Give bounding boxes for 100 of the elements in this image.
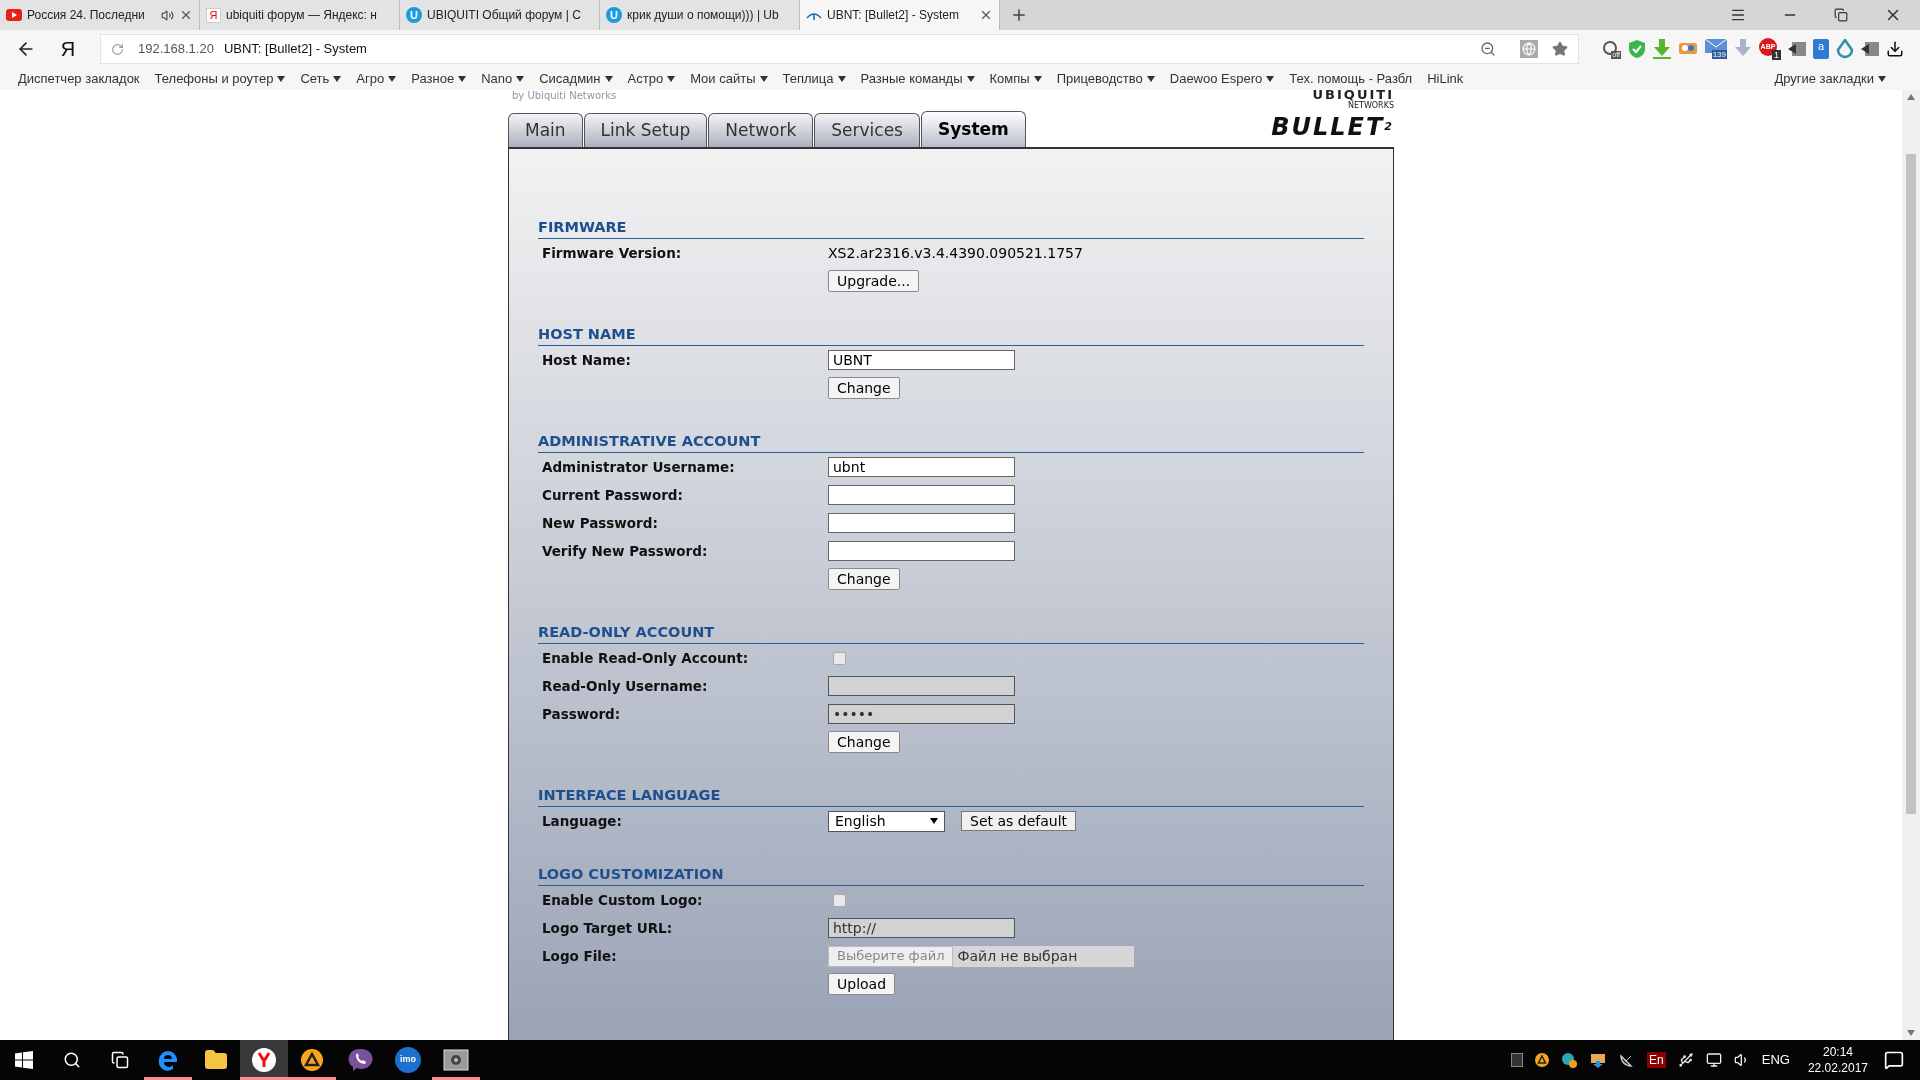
favicon-icon: U	[406, 7, 422, 23]
address-bar[interactable]: 192.168.1.20 UBNT: [Bullet2] - System	[100, 34, 1579, 64]
reload-icon[interactable]	[111, 42, 124, 56]
bookmark-item[interactable]: Nano	[481, 69, 525, 89]
bookmark-star-icon[interactable]	[1552, 41, 1568, 57]
field-label: Logo Target URL:	[542, 920, 673, 936]
text-field[interactable]: ubnt	[828, 457, 1015, 477]
satellite-dish-icon[interactable]	[1619, 1052, 1636, 1068]
bookmark-item[interactable]: Сисадмин	[539, 69, 613, 89]
input-language[interactable]: ENG	[1761, 1050, 1790, 1070]
scrollbar[interactable]	[1902, 90, 1920, 1040]
action-button[interactable]: Change	[828, 377, 900, 399]
language-select[interactable]: English	[828, 810, 945, 832]
bookmark-item[interactable]: Астро	[627, 69, 676, 89]
drop-icon[interactable]	[1836, 39, 1854, 59]
taskbar-app[interactable]	[240, 1040, 288, 1080]
field-label: Language:	[542, 813, 622, 829]
bookmark-item[interactable]: Другие закладки	[1774, 69, 1886, 89]
bookmark-item[interactable]: Daewoo Espero	[1169, 69, 1275, 89]
folder-arrow-icon[interactable]	[1589, 1052, 1608, 1068]
field-label: New Password:	[542, 515, 658, 531]
section-heading: LOGO CUSTOMIZATION	[538, 864, 724, 884]
bookmark-item[interactable]: Разное	[411, 69, 467, 89]
browser-tab[interactable]: UBNT: [Bullet2] - System	[800, 0, 1000, 30]
dropdown-arrow-icon	[277, 76, 286, 82]
browser-logo[interactable]: Я	[56, 34, 80, 64]
nav-tab[interactable]: Link Setup	[583, 113, 708, 147]
field-label: Firmware Version:	[542, 245, 682, 261]
task-view-icon	[111, 1051, 129, 1069]
nav-tab[interactable]: System	[920, 111, 1026, 147]
windows-logo-icon	[15, 1051, 33, 1069]
speaker-icon[interactable]	[161, 8, 174, 22]
scroll-up-icon[interactable]	[1907, 94, 1915, 100]
bookmark-item[interactable]: Телефоны и роутер	[154, 69, 286, 89]
translate-icon[interactable]: a	[1813, 39, 1829, 59]
nav-tab[interactable]: Main	[508, 113, 583, 147]
bookmark-item[interactable]: Сеть	[300, 69, 342, 89]
text-field[interactable]: UBNT	[828, 350, 1015, 370]
y-circle-icon	[251, 1047, 277, 1073]
triangle-circle-icon[interactable]	[1535, 1053, 1550, 1067]
tab-title: UBNT: [Bullet2] - System	[827, 7, 960, 24]
browser-tab[interactable]: U UBIQUITI Общий форум | С	[400, 0, 600, 30]
favicon-icon: U	[606, 7, 622, 23]
field-label: Current Password:	[542, 487, 683, 503]
text-field[interactable]	[828, 541, 1015, 561]
dropdown-arrow-icon	[1878, 76, 1886, 82]
bookmark-item[interactable]: Мои сайты	[690, 69, 768, 89]
action-button[interactable]: Upgrade...	[828, 270, 920, 292]
shield-icon[interactable]	[1628, 39, 1646, 59]
bookmark-item[interactable]: Разные команды	[860, 69, 975, 89]
field-label: Enable Read-Only Account:	[542, 650, 749, 666]
language-indicator[interactable]: En	[1647, 1052, 1666, 1068]
bookmark-item[interactable]: HiLink	[1427, 69, 1464, 89]
action-button[interactable]: Upload	[828, 973, 896, 995]
tab-title: крик души о помощи))) | Ub	[627, 7, 779, 24]
video-icon	[6, 9, 22, 21]
bookmark-item[interactable]: Компы	[989, 69, 1042, 89]
browser-icon	[156, 1048, 180, 1072]
action-button[interactable]: Change	[828, 731, 900, 753]
browser-tab[interactable]: U крик души о помощи))) | Ub	[600, 0, 800, 30]
network-icon[interactable]	[1705, 1052, 1722, 1068]
restore-icon[interactable]	[1834, 8, 1848, 22]
new-tab-icon[interactable]	[1010, 6, 1028, 24]
section-heading: FIRMWARE	[538, 217, 627, 237]
nav-tab[interactable]: Network	[708, 113, 814, 147]
bookmark-item[interactable]: Диспетчер закладок	[18, 69, 140, 89]
browser-tab[interactable]: Я ubiquiti форум — Яндекс: н	[200, 0, 400, 30]
bookmark-item[interactable]: Теплица	[782, 69, 846, 89]
close-tab-icon[interactable]	[179, 8, 193, 22]
bookmark-item[interactable]: Прицеводство	[1056, 69, 1155, 89]
menu-icon[interactable]	[1730, 7, 1746, 23]
favicon-icon: Я	[206, 7, 221, 23]
tab-title: UBIQUITI Общий форум | С	[427, 7, 581, 24]
zoom-out-icon[interactable]	[1480, 41, 1496, 57]
usb-icon[interactable]	[1677, 1052, 1694, 1068]
action-button[interactable]: Change	[828, 568, 900, 590]
text-field[interactable]	[828, 485, 1015, 505]
text-field[interactable]	[828, 513, 1015, 533]
dropdown-arrow-icon	[333, 76, 342, 82]
notifications-icon[interactable]	[1884, 1050, 1904, 1070]
bookmark-item[interactable]: Агро	[356, 69, 397, 89]
download-icon[interactable]	[1886, 40, 1904, 58]
page-title-text: UBNT: [Bullet2] - System	[223, 40, 367, 59]
checkbox[interactable]	[833, 893, 846, 907]
set-default-button[interactable]: Set as default	[961, 811, 1077, 831]
close-tab-icon[interactable]	[979, 8, 993, 22]
dropdown-arrow-icon	[1146, 76, 1155, 82]
url-text: 192.168.1.20	[138, 40, 214, 59]
browser-tab[interactable]: Россия 24. Последни	[0, 0, 200, 30]
brand-subtitle: NETWORKS	[1348, 101, 1394, 110]
product-logo: BULLET$^{2}$	[1271, 112, 1394, 143]
taskbar-app[interactable]: imo	[384, 1040, 432, 1080]
nav-tab[interactable]: Services	[814, 113, 920, 147]
clock-time[interactable]: 20:14	[1822, 1044, 1853, 1060]
clock-date[interactable]: 22.02.2017	[1807, 1060, 1868, 1076]
bookmark-item[interactable]: Тех. помощь - Разбл	[1289, 69, 1413, 89]
scroll-down-icon[interactable]	[1907, 1030, 1915, 1036]
section-heading: ADMINISTRATIVE ACCOUNT	[538, 431, 761, 451]
checkbox[interactable]	[833, 651, 846, 665]
brand-logo: UBIQUITI	[1312, 89, 1394, 101]
